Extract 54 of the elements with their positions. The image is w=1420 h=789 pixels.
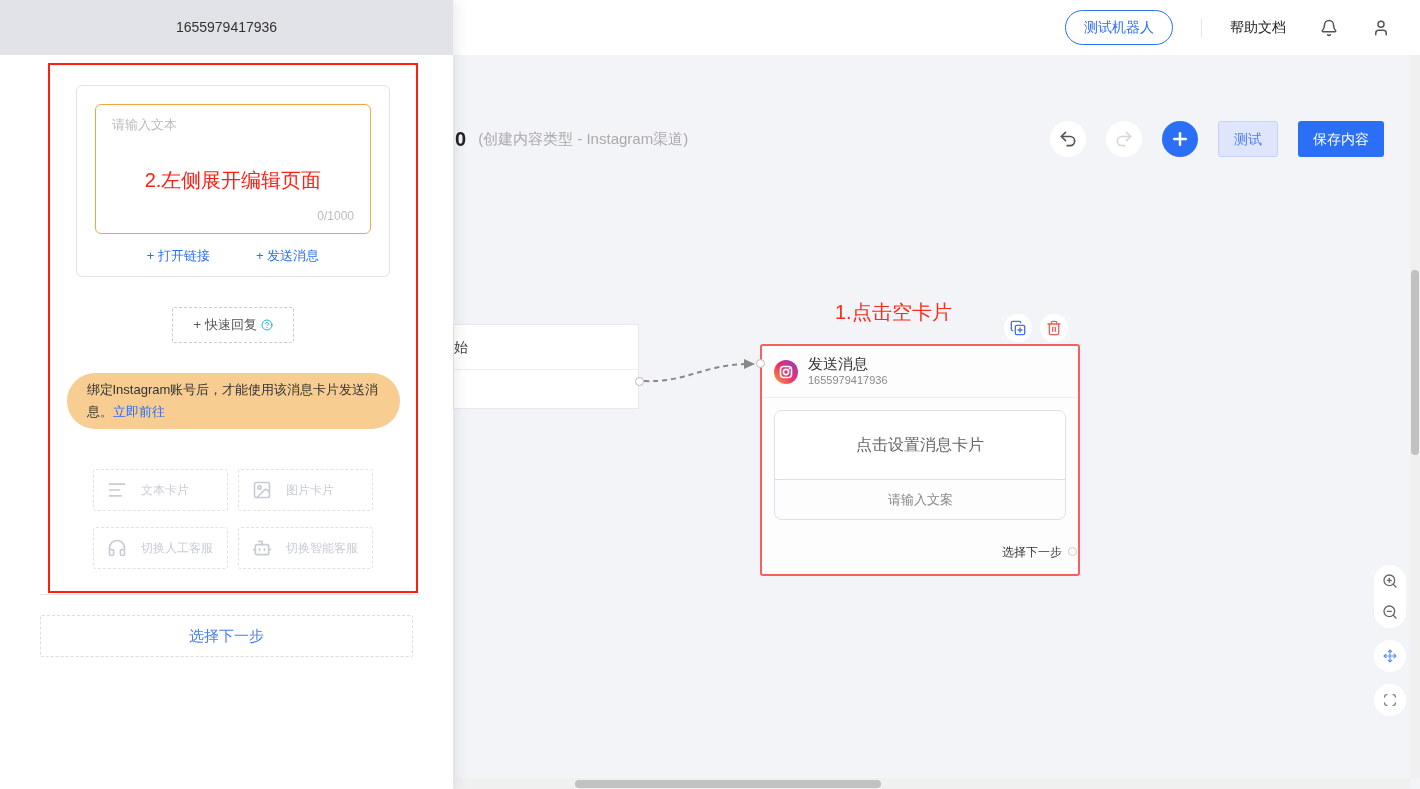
trash-icon [1046,320,1062,336]
message-card[interactable]: 点击设置消息卡片 请输入文案 [774,410,1066,520]
quick-reply-button[interactable]: + 快速回复 [172,307,294,343]
next-step-label: 选择下一步 [1002,544,1062,561]
next-step-button[interactable]: 选择下一步 [40,615,413,657]
horizontal-scrollbar[interactable] [453,778,1410,789]
image-icon [252,480,272,500]
add-action-link[interactable]: + 发送消息 [256,246,320,266]
camera-logo-icon [774,359,798,384]
redo-icon [1114,129,1134,149]
undo-button[interactable] [1050,121,1086,157]
test-button[interactable]: 测试 [1218,121,1278,157]
message-node[interactable]: 发送消息 1655979417936 点击设置消息卡片 请输入文案 选择下一步 [760,344,1080,576]
go-now-link[interactable]: 立即前往 [112,404,165,419]
node-title: 始 [454,337,468,357]
robot-icon [252,538,272,558]
delete-button[interactable] [1040,314,1068,342]
help-icon [260,319,273,331]
copy-icon [1010,320,1026,336]
text-input-field[interactable]: 请输入文本 2.左侧展开编辑页面 0/1000 [95,104,371,234]
annotation-text: 2.左侧展开编辑页面 [143,168,323,193]
move-arrows-icon [1383,649,1397,663]
bell-icon[interactable] [1320,18,1338,37]
frame-icon [1383,693,1397,707]
connector-port[interactable] [756,359,765,368]
character-counter: 0/1000 [317,208,354,225]
copy-button[interactable] [1004,314,1032,342]
center-button[interactable] [1374,640,1406,672]
panel-title: 1655979417936 [175,18,278,37]
notice-banner: 绑定Instagram账号后，才能使用该消息卡片发送消息。立即前往 [66,373,400,429]
plus-icon [1170,129,1190,149]
connector-port[interactable] [635,377,644,386]
card-prompt: 点击设置消息卡片 [856,435,984,455]
test-bot-button[interactable]: 测试机器人 [1065,10,1173,45]
headset-icon [107,538,127,558]
placeholder-text: 请输入文本 [112,116,177,134]
help-docs-link[interactable]: 帮助文档 [1230,17,1286,38]
zoom-in-icon[interactable] [1382,572,1398,589]
zoom-out-icon[interactable] [1382,604,1398,621]
vertical-scrollbar[interactable] [1410,55,1420,778]
node-id: 1655979417936 [808,374,888,388]
lines-icon [107,480,127,500]
start-node[interactable]: 始 [453,324,639,409]
page-title: 0 [455,127,467,152]
annotation-text: 1.点击空卡片 [835,300,952,325]
copy-placeholder: 请输入文案 [887,490,953,509]
save-button[interactable]: 保存内容 [1298,121,1384,157]
add-button[interactable] [1162,121,1198,157]
user-icon[interactable] [1372,18,1390,37]
undo-icon [1058,129,1078,149]
fit-view-button[interactable] [1374,684,1406,716]
page-subtitle: (创建内容类型 - Instagram渠道) [478,128,689,149]
add-action-link[interactable]: + 打开链接 [146,246,210,266]
node-title: 发送消息 [808,355,869,374]
